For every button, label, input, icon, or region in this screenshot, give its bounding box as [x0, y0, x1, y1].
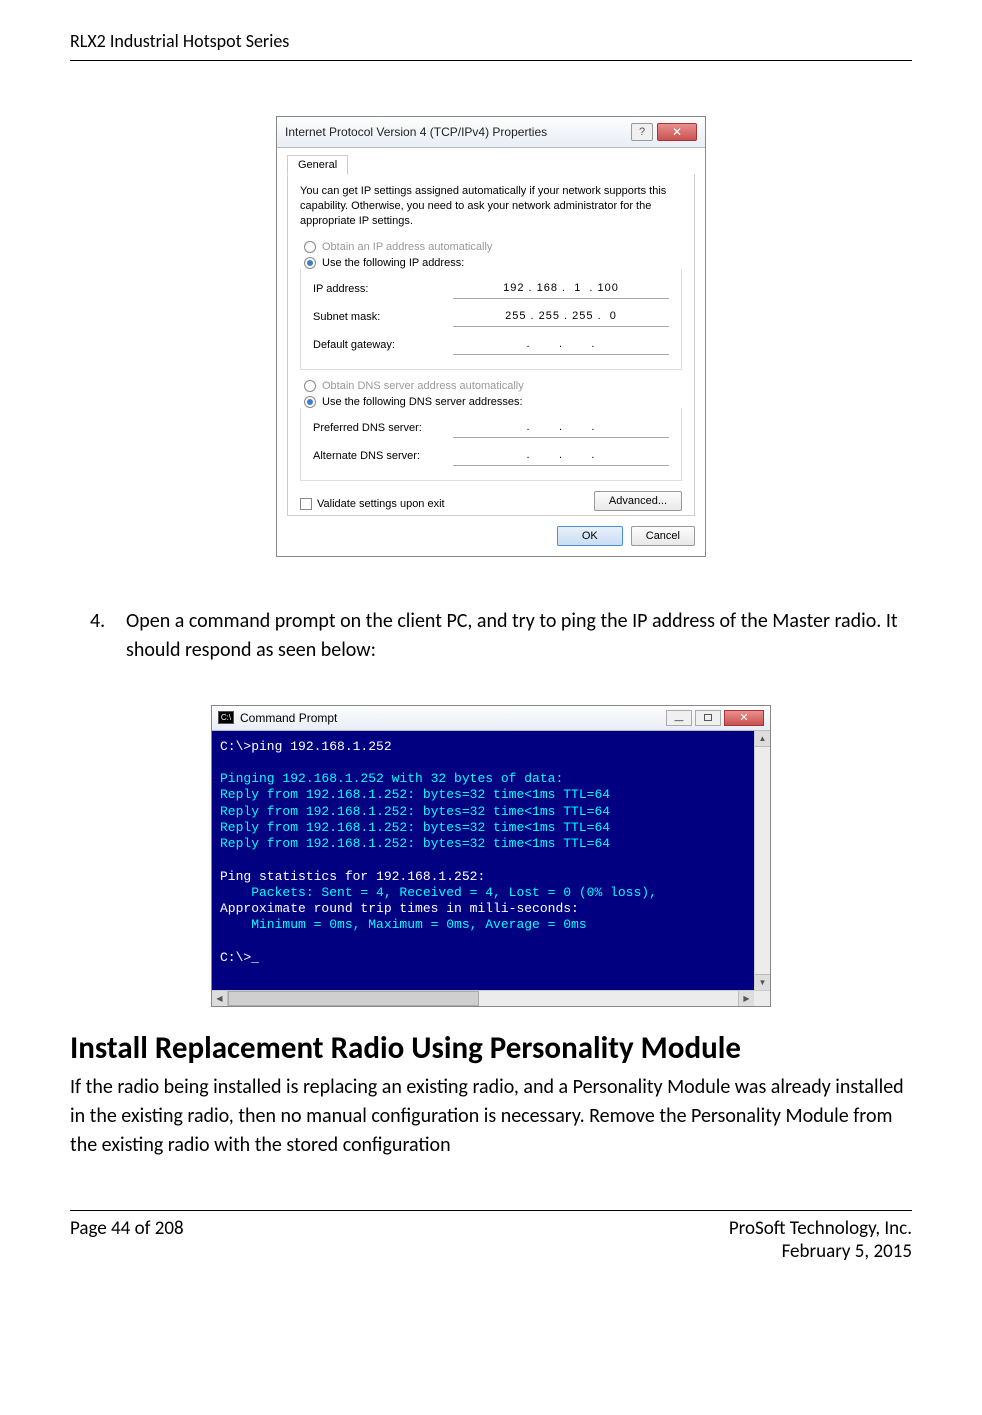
radio-icon	[304, 257, 316, 269]
footer-company: ProSoft Technology, Inc.	[729, 1217, 912, 1240]
section-heading: Install Replacement Radio Using Personal…	[70, 1029, 912, 1067]
label-alternate-dns: Alternate DNS server:	[313, 450, 453, 462]
radio-obtain-dns: Obtain DNS server address automatically	[300, 380, 682, 392]
radio-icon	[304, 396, 316, 408]
page-header-title: RLX2 Industrial Hotspot Series	[70, 30, 912, 52]
radio-use-ip[interactable]: Use the following IP address:	[300, 257, 682, 269]
footer-divider	[70, 1210, 912, 1211]
label-default-gateway: Default gateway:	[313, 339, 453, 351]
cmd-icon: C:\	[218, 711, 234, 724]
scroll-left-arrow-icon[interactable]: ◀	[212, 991, 228, 1006]
scroll-down-arrow-icon[interactable]: ▼	[755, 974, 770, 990]
step-number: 4.	[90, 607, 126, 665]
tab-general[interactable]: General	[287, 155, 348, 175]
cmd-title: Command Prompt	[240, 711, 337, 725]
scroll-up-arrow-icon[interactable]: ▲	[755, 731, 770, 747]
footer-date: February 5, 2015	[729, 1240, 912, 1263]
scroll-corner	[754, 991, 770, 1006]
cancel-button[interactable]: Cancel	[631, 526, 695, 546]
label-subnet-mask: Subnet mask:	[313, 311, 453, 323]
scroll-thumb[interactable]	[228, 991, 479, 1006]
close-button[interactable]: ✕	[724, 710, 764, 726]
scrollbar-vertical[interactable]: ▲ ▼	[754, 731, 770, 991]
page-footer: Page 44 of 208 ProSoft Technology, Inc. …	[70, 1217, 912, 1263]
ok-button[interactable]: OK	[557, 526, 623, 546]
advanced-button[interactable]: Advanced...	[594, 491, 682, 511]
input-preferred-dns[interactable]	[453, 418, 669, 438]
header-divider	[70, 60, 912, 61]
radio-obtain-dns-label: Obtain DNS server address automatically	[322, 380, 524, 392]
dialog-title: Internet Protocol Version 4 (TCP/IPv4) P…	[285, 125, 547, 139]
cmd-output: C:\>ping 192.168.1.252 Pinging 192.168.1…	[220, 739, 762, 983]
minimize-button[interactable]: —	[666, 710, 692, 726]
dialog-titlebar: Internet Protocol Version 4 (TCP/IPv4) P…	[277, 117, 705, 148]
cmd-titlebar: C:\ Command Prompt — ✕	[212, 706, 770, 731]
radio-obtain-ip[interactable]: Obtain an IP address automatically	[300, 241, 682, 253]
dialog-description: You can get IP settings assigned automat…	[300, 184, 682, 229]
input-ip-address[interactable]	[453, 279, 669, 299]
help-button[interactable]: ?	[631, 123, 653, 141]
radio-obtain-ip-label: Obtain an IP address automatically	[322, 241, 492, 253]
radio-use-dns[interactable]: Use the following DNS server addresses:	[300, 396, 682, 408]
radio-icon	[304, 241, 316, 253]
ipv4-properties-dialog: Internet Protocol Version 4 (TCP/IPv4) P…	[276, 116, 706, 557]
step-4: 4. Open a command prompt on the client P…	[70, 607, 912, 665]
scroll-right-arrow-icon[interactable]: ▶	[738, 991, 754, 1006]
label-preferred-dns: Preferred DNS server:	[313, 422, 453, 434]
cmd-body: C:\>ping 192.168.1.252 Pinging 192.168.1…	[212, 731, 770, 991]
footer-page-number: Page 44 of 208	[70, 1217, 184, 1263]
command-prompt-window: C:\ Command Prompt — ✕ C:\>ping 192.168.…	[211, 705, 771, 1008]
radio-use-ip-label: Use the following IP address:	[322, 257, 464, 269]
input-default-gateway[interactable]	[453, 335, 669, 355]
radio-use-dns-label: Use the following DNS server addresses:	[322, 396, 523, 408]
scrollbar-horizontal[interactable]: ◀ ▶	[212, 990, 770, 1006]
input-alternate-dns[interactable]	[453, 446, 669, 466]
step-text: Open a command prompt on the client PC, …	[126, 607, 912, 665]
checkbox-validate-on-exit[interactable]: Validate settings upon exit	[300, 498, 445, 510]
section-body: If the radio being installed is replacin…	[70, 1073, 912, 1160]
checkbox-validate-label: Validate settings upon exit	[317, 498, 445, 510]
maximize-button[interactable]	[695, 710, 721, 726]
label-ip-address: IP address:	[313, 283, 453, 295]
input-subnet-mask[interactable]	[453, 307, 669, 327]
radio-icon	[304, 380, 316, 392]
checkbox-icon	[300, 498, 312, 510]
close-button[interactable]: ✕	[657, 123, 697, 141]
